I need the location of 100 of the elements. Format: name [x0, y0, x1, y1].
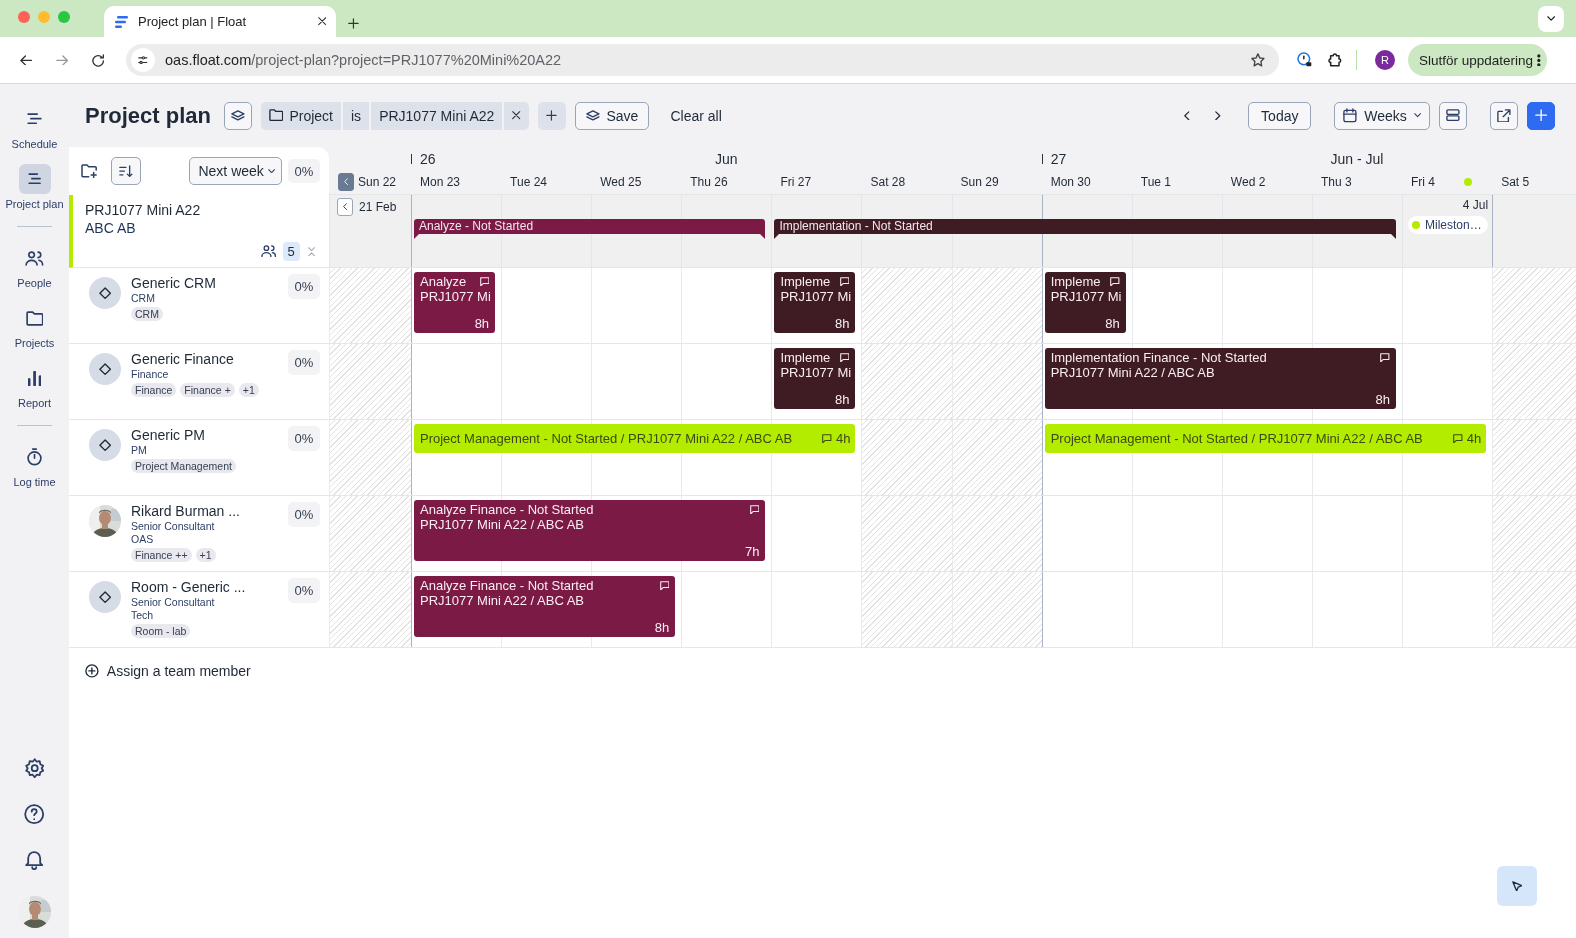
filter-field-label: Project: [289, 107, 333, 124]
task-bar[interactable]: Analyze Finance - Not Started PRJ1077 Mini A22 / ABC AB 7h: [414, 500, 766, 561]
month-label: Jun - Jul: [1330, 150, 1384, 167]
skill-tag: Finance ++: [131, 548, 192, 562]
phase-bar[interactable]: Implementation - Not Started: [774, 219, 1397, 239]
remove-filter-button[interactable]: [504, 101, 529, 130]
chevron-left-icon: [1184, 110, 1190, 121]
layers-icon: [585, 110, 600, 121]
client-name: ABC AB: [85, 220, 137, 236]
task-hours: 8h: [654, 620, 670, 637]
view-dropdown[interactable]: Weeks: [1334, 101, 1430, 130]
plus-icon: [546, 110, 558, 121]
page-title: Project plan: [85, 102, 211, 129]
chevron-down-icon: [1413, 113, 1421, 118]
person-name[interactable]: Generic CRM: [131, 275, 271, 291]
nav-item[interactable]: Log time: [13, 442, 56, 488]
task-bar[interactable]: Implementation Finance - Not Started PRJ1077 Mini A22 / ABC AB 8h: [1044, 348, 1397, 409]
nav-item[interactable]: Project plan: [5, 164, 64, 210]
site-info-button[interactable]: [131, 48, 155, 72]
task-hours: 8h: [835, 392, 850, 409]
folder-icon: [268, 109, 284, 122]
filter-value[interactable]: PRJ1077 Mini A22: [371, 101, 503, 130]
task-title: Impleme: [780, 274, 832, 289]
skill-tag: Finance: [131, 383, 177, 397]
task-bar[interactable]: Analyze PRJ1077 Mi 8h: [414, 272, 496, 333]
password-manager-icon: [1297, 52, 1313, 68]
save-button[interactable]: Save: [574, 101, 650, 130]
period-dropdown[interactable]: Next week: [189, 157, 282, 185]
layers-button[interactable]: [223, 101, 252, 130]
task-subtitle: PRJ1077 Mini A22 / ABC AB: [420, 517, 586, 532]
filter-field[interactable]: Project: [260, 101, 341, 130]
plus-icon: [1534, 109, 1548, 122]
task-title: Project Management - Not Started / PRJ1077 Mini A22 / ABC AB: [1050, 431, 1424, 446]
task-title: Impleme: [1050, 274, 1102, 289]
add-folder-button[interactable]: [81, 163, 98, 179]
day-label: Sat 28: [870, 175, 906, 189]
scroll-to-start-button[interactable]: [337, 198, 353, 216]
cursor-icon: [1511, 880, 1523, 892]
assign-member-button[interactable]: Assign a team member: [85, 660, 251, 682]
person-name[interactable]: Generic PM: [131, 427, 271, 443]
milestone-chip[interactable]: Mileston…: [1408, 216, 1489, 234]
layout-button[interactable]: [1439, 101, 1467, 130]
start-date: 21 Feb: [359, 200, 397, 214]
day-label: Thu 26: [690, 175, 728, 189]
day-label: Wed 2: [1230, 175, 1266, 189]
day-label: Thu 3: [1320, 175, 1352, 189]
add-button[interactable]: [1527, 101, 1555, 130]
task-bar[interactable]: Impleme PRJ1077 Mi 8h: [1044, 272, 1126, 333]
new-tab-button[interactable]: [348, 18, 359, 29]
comment-icon: [479, 276, 490, 287]
collapse-button[interactable]: [338, 173, 354, 191]
phase-bar[interactable]: Analyze - Not Started: [414, 219, 766, 239]
person-role: Senior Consultant: [131, 596, 216, 608]
day-label: Mon 23: [420, 175, 461, 189]
notifications-button[interactable]: [25, 850, 44, 870]
view-label: Weeks: [1364, 107, 1407, 124]
utilization-badge: 0%: [288, 502, 320, 527]
task-bar[interactable]: Impleme PRJ1077 Mi 8h: [774, 348, 856, 409]
task-bar[interactable]: Project Management - Not Started / PRJ1077 Mini A22 / ABC AB 4h: [414, 424, 856, 453]
task-bar[interactable]: Analyze Finance - Not Started PRJ1077 Mini A22 / ABC AB 8h: [414, 576, 676, 637]
forward-icon: [55, 54, 69, 66]
diamond-icon: [98, 362, 112, 376]
nav-item[interactable]: People: [17, 243, 52, 289]
star-icon: [1251, 53, 1265, 67]
nav-item[interactable]: Projects: [14, 303, 55, 349]
task-hours: 4h: [836, 431, 851, 446]
task-bar[interactable]: Project Management - Not Started / PRJ1077 Mini A22 / ABC AB 4h: [1044, 424, 1487, 453]
folder-plus-icon: [81, 163, 98, 179]
task-title: Analyze Finance - Not Started: [420, 578, 595, 593]
add-filter-button[interactable]: [537, 101, 566, 130]
person-name[interactable]: Rikard Burman ...: [131, 503, 271, 519]
address-bar[interactable]: oas.float.com/project-plan?project=PRJ1077%20Mini%20A22: [126, 44, 1279, 76]
share-button[interactable]: [1490, 101, 1518, 130]
plus-circle-icon: [85, 664, 99, 678]
task-bar[interactable]: Impleme PRJ1077 Mi 8h: [774, 272, 856, 333]
pointer-tool-button[interactable]: [1497, 866, 1537, 906]
close-tab-button[interactable]: [317, 17, 326, 26]
task-subtitle: PRJ1077 Mi: [420, 289, 490, 304]
task-subtitle: PRJ1077 Mi: [1050, 289, 1120, 304]
browser-tab[interactable]: Project plan | Float: [104, 6, 336, 37]
help-button[interactable]: [24, 804, 45, 825]
filter-operator[interactable]: is: [343, 101, 370, 130]
nav-item[interactable]: Report: [18, 363, 51, 409]
sort-button[interactable]: [111, 157, 142, 185]
settings-button[interactable]: [24, 757, 45, 779]
profile-button[interactable]: R: [1375, 50, 1395, 70]
task-subtitle: PRJ1077 Mini A22 / ABC AB: [420, 593, 586, 608]
task-hours: 8h: [1105, 316, 1120, 333]
nav-item[interactable]: Schedule: [11, 104, 58, 150]
person-name[interactable]: Generic Finance: [131, 351, 271, 367]
task-hours: 7h: [744, 544, 760, 561]
comment-icon: [1453, 433, 1463, 444]
today-button[interactable]: Today: [1248, 101, 1312, 130]
day-label: Sun 22: [358, 175, 397, 189]
update-button[interactable]: Slutför uppdatering: [1408, 44, 1547, 76]
person-team: OAS: [131, 533, 155, 545]
clear-all-button[interactable]: Clear all: [670, 107, 722, 124]
person-name[interactable]: Room - Generic ...: [131, 579, 271, 595]
chevron-right-icon: [1215, 110, 1221, 121]
diamond-icon: [98, 438, 112, 452]
